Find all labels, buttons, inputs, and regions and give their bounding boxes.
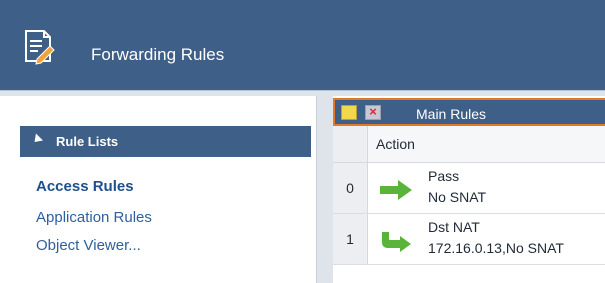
sidebar-item-application-rules[interactable]: Application Rules <box>36 208 152 228</box>
rule-lists-header[interactable]: Rule Lists <box>20 126 311 157</box>
rules-title: Main Rules <box>416 106 487 122</box>
rule-lists-panel: Rule Lists Access Rules Application Rule… <box>0 96 317 283</box>
action-name: Dst NAT <box>428 219 480 235</box>
document-edit-icon <box>25 30 55 65</box>
green-curved-arrow-icon <box>382 232 411 252</box>
sidebar-item-access-rules[interactable]: Access Rules <box>36 177 134 197</box>
action-detail: 172.16.0.13,No SNAT <box>428 240 564 256</box>
rules-toolbar: × Main Rules <box>333 98 605 126</box>
column-header-action[interactable]: Action <box>376 136 415 152</box>
rule-lists-title: Rule Lists <box>56 134 119 149</box>
grid-corner <box>333 126 368 162</box>
table-row[interactable]: 1 Dst NAT 172.16.0.13,No SNAT <box>333 214 605 265</box>
rules-panel: × Main Rules Action 0 Pass No SNAT 1 Dst… <box>333 96 605 283</box>
green-right-arrow-icon <box>380 180 412 200</box>
delete-rule-icon[interactable]: × <box>365 105 381 120</box>
sidebar-item-object-viewer[interactable]: Object Viewer... <box>36 236 141 256</box>
page-title: Forwarding Rules <box>91 45 225 64</box>
action-name: Pass <box>428 168 460 184</box>
row-index: 0 <box>333 163 368 213</box>
row-index: 1 <box>333 214 368 264</box>
new-rule-icon[interactable] <box>341 105 357 120</box>
rules-grid-header: Action <box>333 126 605 163</box>
app-header: Forwarding Rules <box>0 0 605 91</box>
action-detail: No SNAT <box>428 189 487 205</box>
collapse-triangle-icon[interactable] <box>30 133 44 146</box>
table-row[interactable]: 0 Pass No SNAT <box>333 163 605 214</box>
